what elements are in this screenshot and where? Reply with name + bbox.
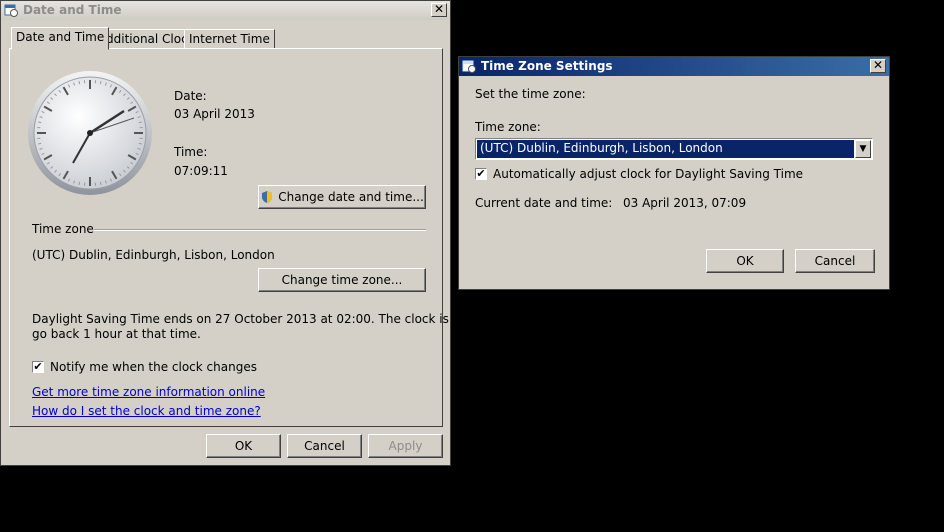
apply-button[interactable]: Apply bbox=[368, 434, 443, 458]
notify-label: Notify me when the clock changes bbox=[50, 360, 257, 374]
set-tz-label: Set the time zone: bbox=[475, 87, 586, 101]
tab-panel: Date: 03 April 2013 Time: 07:09:11 Chang… bbox=[9, 48, 487, 427]
clock-minute-tick bbox=[138, 121, 142, 124]
clock-minute-tick bbox=[99, 181, 102, 185]
checkmark-icon: ✔ bbox=[33, 360, 43, 373]
tz-titlebar[interactable]: Time Zone Settings ✕ bbox=[459, 57, 889, 76]
tab-date-and-time[interactable]: Date and Time bbox=[11, 27, 110, 50]
time-zone-selected: (UTC) Dublin, Edinburgh, Lisbon, London bbox=[477, 140, 854, 158]
timezone-header: Time zone bbox=[32, 222, 94, 236]
date-value: 03 April 2013 bbox=[174, 107, 255, 121]
cancel-button[interactable]: Cancel bbox=[287, 434, 362, 458]
change-date-time-label: Change date and time... bbox=[278, 190, 424, 204]
clock-minute-tick bbox=[78, 181, 81, 185]
timezone-info-link[interactable]: Get more time zone information online bbox=[32, 385, 265, 399]
time-zone-dialog: Time Zone Settings ✕ Set the time zone: … bbox=[458, 56, 890, 290]
change-time-zone-button[interactable]: Change time zone... bbox=[258, 268, 426, 292]
tab-internet-time[interactable]: Internet Time bbox=[184, 29, 275, 49]
clock-minute-tick bbox=[38, 121, 42, 124]
change-date-time-button[interactable]: Change date and time... bbox=[258, 185, 426, 209]
tz-title: Time Zone Settings bbox=[481, 59, 613, 73]
calendar-clock-icon bbox=[462, 60, 476, 73]
auto-dst-label: Automatically adjust clock for Daylight … bbox=[493, 167, 804, 181]
ok-button[interactable]: OK bbox=[206, 434, 281, 458]
tz-field-label: Time zone: bbox=[475, 120, 541, 134]
timezone-separator bbox=[94, 229, 426, 231]
dst-info-line2: go back 1 hour at that time. bbox=[32, 327, 201, 341]
date-label: Date: bbox=[174, 89, 207, 103]
time-value: 07:09:11 bbox=[174, 164, 228, 178]
tz-ok-button[interactable]: OK bbox=[706, 249, 784, 273]
uac-shield-icon bbox=[262, 191, 273, 203]
close-icon[interactable]: ✕ bbox=[870, 59, 886, 73]
date-time-window: Date and Time ✕ Date and Time Additional… bbox=[0, 0, 487, 466]
close-icon[interactable]: ✕ bbox=[431, 3, 447, 17]
analog-clock bbox=[28, 71, 152, 195]
time-zone-select[interactable]: (UTC) Dublin, Edinburgh, Lisbon, London … bbox=[475, 138, 873, 160]
clock-minute-tick bbox=[78, 81, 81, 85]
clock-minute-tick bbox=[138, 142, 142, 145]
current-dt-label: Current date and time: bbox=[475, 196, 613, 210]
time-label: Time: bbox=[174, 145, 208, 159]
current-dt-value: 03 April 2013, 07:09 bbox=[623, 196, 747, 210]
window-title: Date and Time bbox=[23, 3, 122, 17]
clock-minute-tick bbox=[99, 81, 102, 85]
calendar-clock-icon bbox=[4, 4, 18, 17]
tz-cancel-button[interactable]: Cancel bbox=[795, 249, 875, 273]
date-time-titlebar[interactable]: Date and Time ✕ bbox=[1, 1, 450, 20]
notify-checkbox[interactable]: ✔ bbox=[32, 361, 44, 373]
timezone-value: (UTC) Dublin, Edinburgh, Lisbon, London bbox=[32, 248, 275, 262]
clock-minute-tick bbox=[38, 142, 42, 145]
dropdown-arrow-icon[interactable]: ▼ bbox=[855, 140, 871, 158]
dst-info-line1: Daylight Saving Time ends on 27 October … bbox=[32, 312, 487, 326]
help-link[interactable]: How do I set the clock and time zone? bbox=[32, 404, 261, 418]
checkmark-icon: ✔ bbox=[476, 167, 486, 180]
auto-dst-checkbox[interactable]: ✔ bbox=[475, 168, 487, 180]
